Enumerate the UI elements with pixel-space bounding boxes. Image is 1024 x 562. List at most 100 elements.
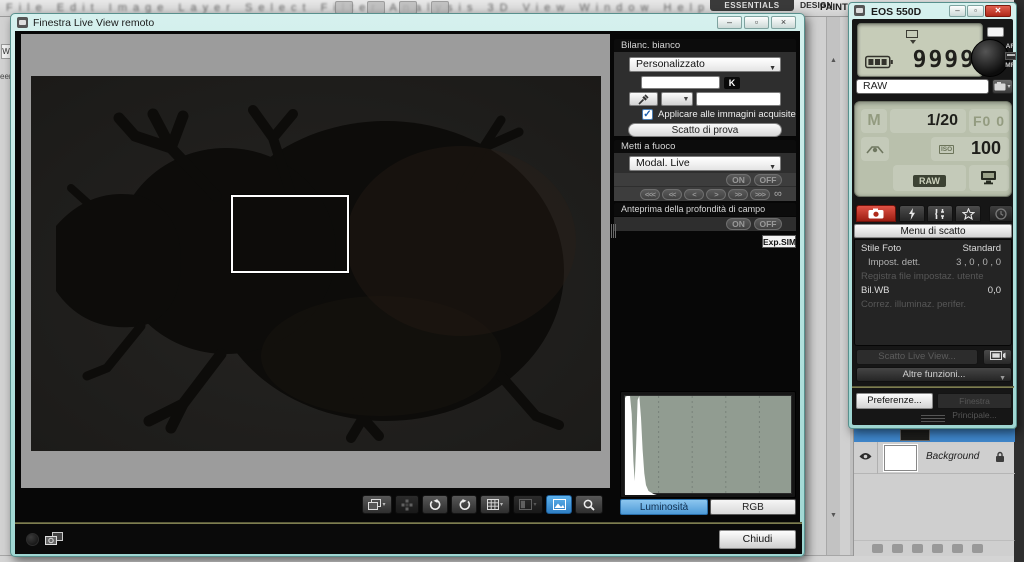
close-button[interactable]: ✕ [985,5,1011,17]
focus-far-1-button[interactable]: > [706,189,726,200]
preferences-button[interactable]: Preferenze... [856,393,933,409]
layer-style-icon[interactable] [892,544,903,553]
new-layer-icon[interactable] [972,544,983,553]
destination-button[interactable]: ▾ [992,79,1013,94]
liveview-content: ▾ [15,31,800,552]
live-view-shoot-button[interactable]: Scatto Live View... [856,349,978,365]
tab-timer[interactable] [989,205,1013,222]
show-image-button[interactable] [546,495,572,514]
layer-name[interactable]: Background [926,451,979,462]
af-label: AF [1004,43,1016,50]
focus-near-2-button[interactable]: << [662,189,682,200]
dof-on-button[interactable]: ON [726,218,751,230]
lock-icon [995,451,1005,463]
eos-tab-row [854,205,1012,223]
layers-panel: Background [853,428,1014,556]
grid-icon [487,499,499,510]
layer-thumbnail [900,429,930,441]
window-icon [854,5,865,16]
move-frame-button[interactable] [395,495,419,514]
layer-thumbnail[interactable] [884,445,917,471]
menu-row-picture-style[interactable]: Stile FotoStandard [855,242,1011,256]
stacked-images-icon [368,499,381,510]
focus-near-3-button[interactable]: <<< [640,189,660,200]
menu-row-register-user-file[interactable]: Registra file impostaz. utente [855,270,1011,284]
destination-cell[interactable] [969,165,1009,191]
metering-cell[interactable] [861,137,889,161]
wb-shift-select[interactable]: ▼ [661,92,693,106]
zoom-button[interactable] [575,495,603,514]
chevron-down-icon: ▼ [999,372,1006,385]
rotate-ccw-button[interactable] [422,495,448,514]
af-mf-switch[interactable]: AF MF [1004,43,1016,69]
focus-frame[interactable] [231,195,349,273]
scroll-down-icon[interactable]: ▼ [830,512,837,519]
wb-eyedropper-button[interactable] [629,92,658,106]
menu-row-peripheral-illumination[interactable]: Correz. illuminaz. perifer. [855,298,1011,312]
af-on-button[interactable]: ON [726,174,751,186]
layer-row-background[interactable]: Background [854,442,1015,474]
other-functions-button[interactable]: Altre funzioni... ▼ [856,367,1012,382]
magnifier-icon [583,499,595,511]
workspace-essentials[interactable]: ESSENTIALS [710,0,794,11]
liveview-image[interactable] [31,76,601,451]
window-icon [17,17,28,28]
quality-cell[interactable]: RAW [893,165,966,191]
kelvin-input[interactable] [641,76,720,89]
minimize-button[interactable]: – [717,16,742,29]
tab-luminosity[interactable]: Luminosità [620,499,708,515]
liveview-titlebar[interactable]: Finestra Live View remoto – ▫ × [11,14,804,31]
new-group-icon[interactable] [952,544,963,553]
camera-icon [868,208,884,219]
eos-window: EOS 550D – ▫ ✕ 9999 [848,2,1017,429]
focus-far-3-button[interactable]: >>> [750,189,770,200]
minimize-button[interactable]: – [949,5,966,17]
scroll-up-icon[interactable]: ▲ [830,57,837,64]
layer-mask-icon[interactable] [912,544,923,553]
wb-value-input[interactable] [696,92,781,106]
test-shot-button[interactable]: Scatto di prova [628,123,782,137]
shutter-speed[interactable]: 1/20 [890,109,966,133]
eye-icon [859,452,872,461]
resize-grip[interactable] [921,415,945,424]
dof-off-button[interactable]: OFF [754,218,782,230]
maximize-button[interactable]: ▫ [744,16,769,29]
panel-grip[interactable] [611,224,616,238]
maximize-button[interactable]: ▫ [967,5,984,17]
layer-visibility-cell[interactable] [854,442,878,474]
tab-mymenu[interactable] [955,205,981,222]
checkbox-checked-icon[interactable]: ✓ [642,109,653,120]
tab-rgb[interactable]: RGB [710,499,796,515]
rotate-cw-button[interactable] [451,495,477,514]
compare-view-button[interactable]: ▾ [513,495,543,514]
shooting-menu-list: Stile FotoStandard Impost. dett.3 , 0 , … [854,239,1012,346]
switch-slider[interactable] [1005,52,1016,60]
link-layers-icon[interactable] [872,544,883,553]
main-window-button[interactable]: Finestra Principale... [937,393,1012,409]
camera-monitor-icon[interactable] [45,532,63,547]
menu-row-wb-shift[interactable]: Bil.WB0,0 [855,284,1011,298]
menu-row-detail-settings[interactable]: Impost. dett.3 , 0 , 0 , 0 [855,256,1011,270]
liveview-window: Finestra Live View remoto – ▫ × [10,13,805,557]
tab-flash[interactable] [899,205,925,222]
af-off-button[interactable]: OFF [754,174,782,186]
panel-scroll-track[interactable] [826,17,840,562]
workspace-paint[interactable]: PAINT [820,2,848,13]
focus-near-1-button[interactable]: < [684,189,704,200]
apply-to-images-row[interactable]: ✓ Applicare alle immagini acquisite [642,109,796,120]
compose-overlay-button[interactable]: ▾ [362,495,392,514]
tab-shooting[interactable] [856,205,896,222]
dof-preview-header: Anteprima della profondità di campo [614,203,796,216]
adjustment-layer-icon[interactable] [932,544,943,553]
grid-overlay-button[interactable]: ▾ [480,495,510,514]
wb-preset-select[interactable]: Personalizzato▼ [629,57,781,72]
focus-mode-select[interactable]: Modal. Live▼ [629,156,781,171]
histogram-plot [624,395,792,494]
tab-setup[interactable] [927,205,953,222]
close-dialog-button[interactable]: Chiudi [719,530,796,549]
live-view-icon-button[interactable] [983,349,1012,365]
iso-cell[interactable]: ISO 100 [931,137,1009,161]
focus-far-2-button[interactable]: >> [728,189,748,200]
layer-row-selected[interactable] [854,428,1015,442]
close-button[interactable]: × [771,16,796,29]
